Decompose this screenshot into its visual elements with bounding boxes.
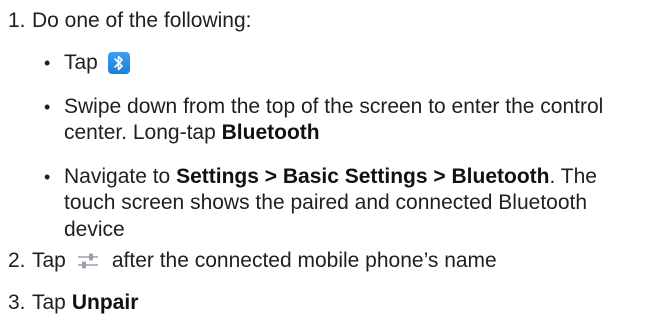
step-text: Tap after the connected mobile phone’s n… (32, 248, 497, 274)
step-number: 1. (8, 9, 26, 32)
bullet-body: Navigate to Settings > Basic Settings > … (64, 164, 639, 243)
bullet-swipe-down: • Swipe down from the top of the screen … (44, 94, 639, 147)
step-text-before-icon: Tap (32, 249, 66, 272)
step-2: 2. Tap after the connected mobile phone’… (8, 248, 497, 274)
step-1: 1. Do one of the following: (8, 8, 251, 34)
sliders-settings-icon (76, 251, 100, 271)
bullet-bold: Settings > Basic Settings > Bluetooth (176, 165, 550, 188)
bullet-dot: • (44, 53, 51, 73)
step-number: 2. (8, 249, 26, 272)
step-text-after-icon: after the connected mobile phone’s name (111, 249, 497, 272)
step-text: Tap Unpair (32, 290, 138, 316)
bullet-dot: • (44, 97, 51, 117)
bluetooth-icon (107, 52, 130, 75)
bullet-body: Swipe down from the top of the screen to… (64, 94, 639, 147)
bullet-body: Tap (64, 50, 639, 76)
bullet-dot: • (44, 167, 51, 187)
bullet-bold: Bluetooth (221, 121, 320, 145)
step-text-plain: Tap (32, 291, 66, 314)
step-3: 3. Tap Unpair (8, 290, 138, 316)
step-text-bold: Unpair (71, 291, 139, 314)
bullet-text: Navigate to (64, 165, 171, 188)
bullet-tap-bluetooth: • Tap (44, 50, 639, 76)
bullet-navigate-settings: • Navigate to Settings > Basic Settings … (44, 164, 639, 243)
step-text: Do one of the following: (32, 9, 252, 32)
bullet-text: Swipe down from the top of the screen to… (64, 95, 604, 145)
instruction-document: 1. Do one of the following: • Tap • Swip… (0, 0, 647, 326)
bullet-text: Tap (64, 51, 98, 74)
step-number: 3. (8, 291, 26, 314)
